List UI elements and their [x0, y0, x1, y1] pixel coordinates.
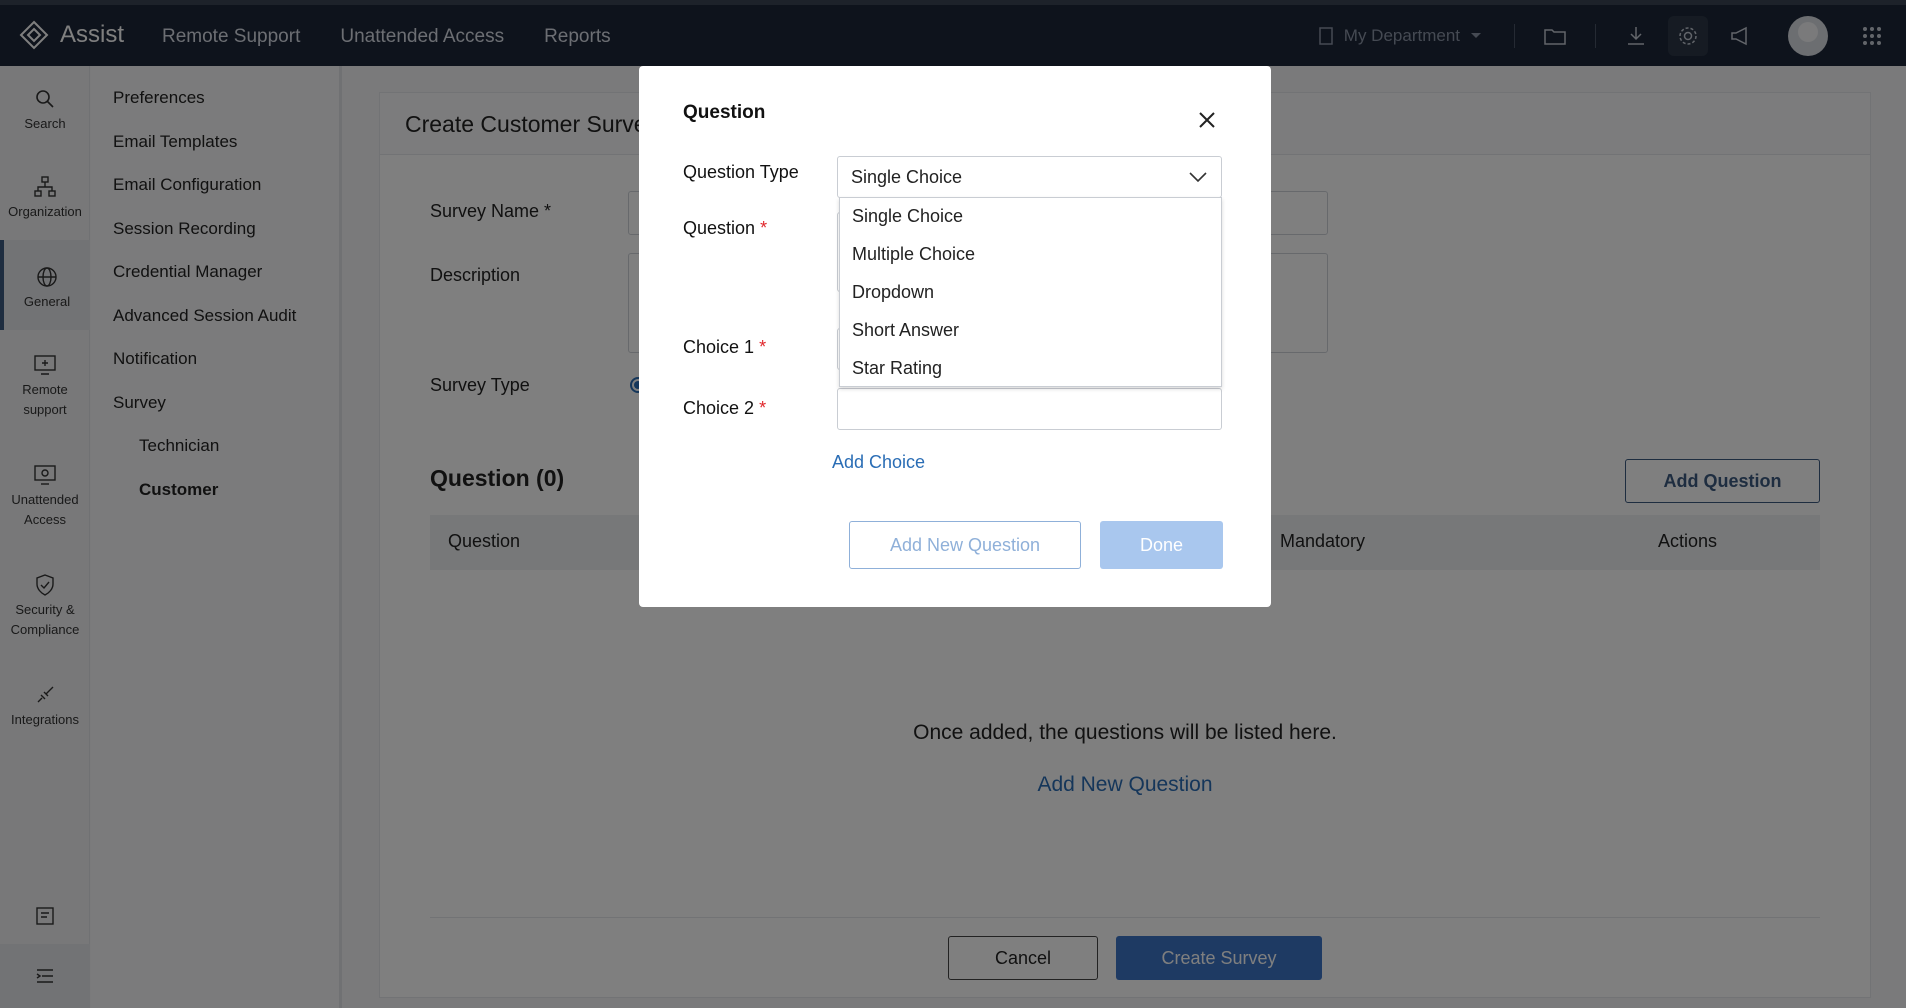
choice2-label: Choice 2 * — [683, 398, 767, 418]
question-type-value: Single Choice — [851, 167, 963, 187]
question-modal: Question Question Type Single Choice Que… — [639, 66, 1271, 607]
chevron-down-icon — [1189, 172, 1207, 183]
option-short-answer[interactable]: Short Answer — [852, 320, 959, 341]
option-dropdown[interactable]: Dropdown — [852, 282, 934, 303]
question-type-select[interactable]: Single Choice — [837, 156, 1222, 198]
choice1-label: Choice 1 * — [683, 337, 767, 357]
add-new-question-button[interactable]: Add New Question — [849, 521, 1081, 569]
add-choice-link[interactable]: Add Choice — [832, 452, 925, 473]
option-multiple-choice[interactable]: Multiple Choice — [852, 244, 975, 265]
option-star-rating[interactable]: Star Rating — [852, 358, 942, 379]
done-button[interactable]: Done — [1100, 521, 1223, 569]
question-label: Question * — [683, 218, 768, 238]
choice2-input[interactable] — [837, 388, 1222, 430]
question-type-label: Question Type — [683, 162, 799, 182]
question-type-dropdown: Single Choice Multiple Choice Dropdown S… — [839, 197, 1222, 387]
close-icon[interactable] — [1195, 108, 1219, 132]
option-single-choice[interactable]: Single Choice — [852, 206, 963, 227]
modal-title: Question — [683, 102, 766, 123]
